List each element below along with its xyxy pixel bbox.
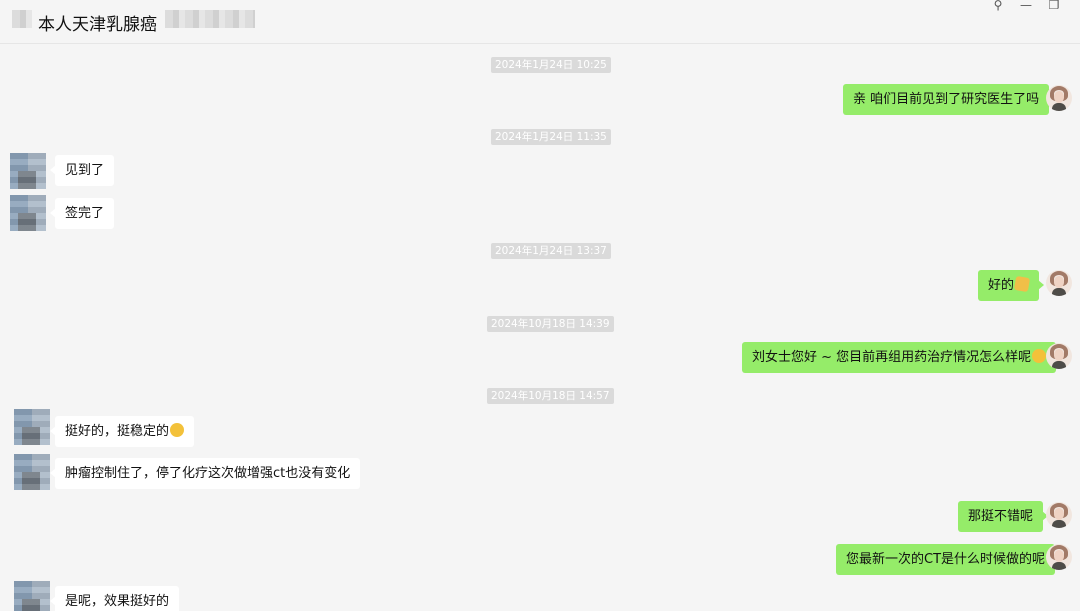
smile-icon [1032, 349, 1047, 363]
blurred-title-right [165, 10, 255, 28]
grin-icon [170, 423, 185, 437]
outgoing-message[interactable]: 您最新一次的CT是什么时候做的呢 [836, 544, 1061, 575]
avatar-self[interactable] [1046, 343, 1072, 369]
minimize-icon[interactable]: — [1014, 0, 1038, 14]
avatar-contact[interactable] [14, 581, 50, 611]
avatar-contact[interactable] [14, 409, 50, 445]
avatar-contact[interactable] [10, 195, 46, 231]
restore-icon[interactable]: ❐ [1042, 0, 1066, 14]
timestamp: 2024年1月24日 13:37 [491, 243, 611, 259]
outgoing-message[interactable]: 刘女士您好 ~ 您目前再组用药治疗情况怎么样呢 [742, 342, 1062, 373]
incoming-message[interactable]: 见到了 [49, 155, 115, 186]
timestamp: 2024年1月24日 11:35 [491, 129, 611, 145]
incoming-message[interactable]: 肿瘤控制住了，停了化疗这次做增强ct也没有变化 [49, 458, 361, 489]
avatar-self[interactable] [1046, 270, 1072, 296]
outgoing-message[interactable]: 亲 咱们目前见到了研究医生了吗 [843, 84, 1055, 115]
outgoing-message[interactable]: 那挺不错呢 [958, 501, 1049, 532]
timestamp: 2024年10月18日 14:39 [487, 316, 614, 332]
timestamp: 2024年10月18日 14:57 [487, 388, 614, 404]
avatar-contact[interactable] [14, 454, 50, 490]
message-text: 挺好的，挺稳定的 [65, 424, 170, 439]
avatar-self[interactable] [1046, 502, 1072, 528]
outgoing-message[interactable]: 好的 [978, 270, 1045, 301]
message-text: 刘女士您好 ~ 您目前再组用药治疗情况怎么样呢 [752, 350, 1032, 365]
incoming-message[interactable]: 是呢，效果挺好的 [49, 586, 180, 611]
avatar-self[interactable] [1046, 85, 1072, 111]
pin-icon[interactable]: ⚲ [986, 0, 1010, 14]
avatar-self[interactable] [1046, 544, 1072, 570]
title-bar: 本人天津乳腺癌 ⚲ — ❐ [0, 0, 1080, 44]
ok-hand-icon [1013, 275, 1031, 293]
chat-title: 本人天津乳腺癌 [38, 15, 157, 35]
timestamp: 2024年1月24日 10:25 [491, 57, 611, 73]
avatar-contact[interactable] [10, 153, 46, 189]
incoming-message[interactable]: 签完了 [49, 198, 115, 229]
incoming-message[interactable]: 挺好的，挺稳定的 [49, 416, 195, 447]
message-list[interactable]: 2024年1月24日 10:25 亲 咱们目前见到了研究医生了吗 2024年1月… [0, 45, 1080, 611]
blurred-title-left [12, 10, 32, 28]
message-text: 好的 [988, 278, 1015, 293]
